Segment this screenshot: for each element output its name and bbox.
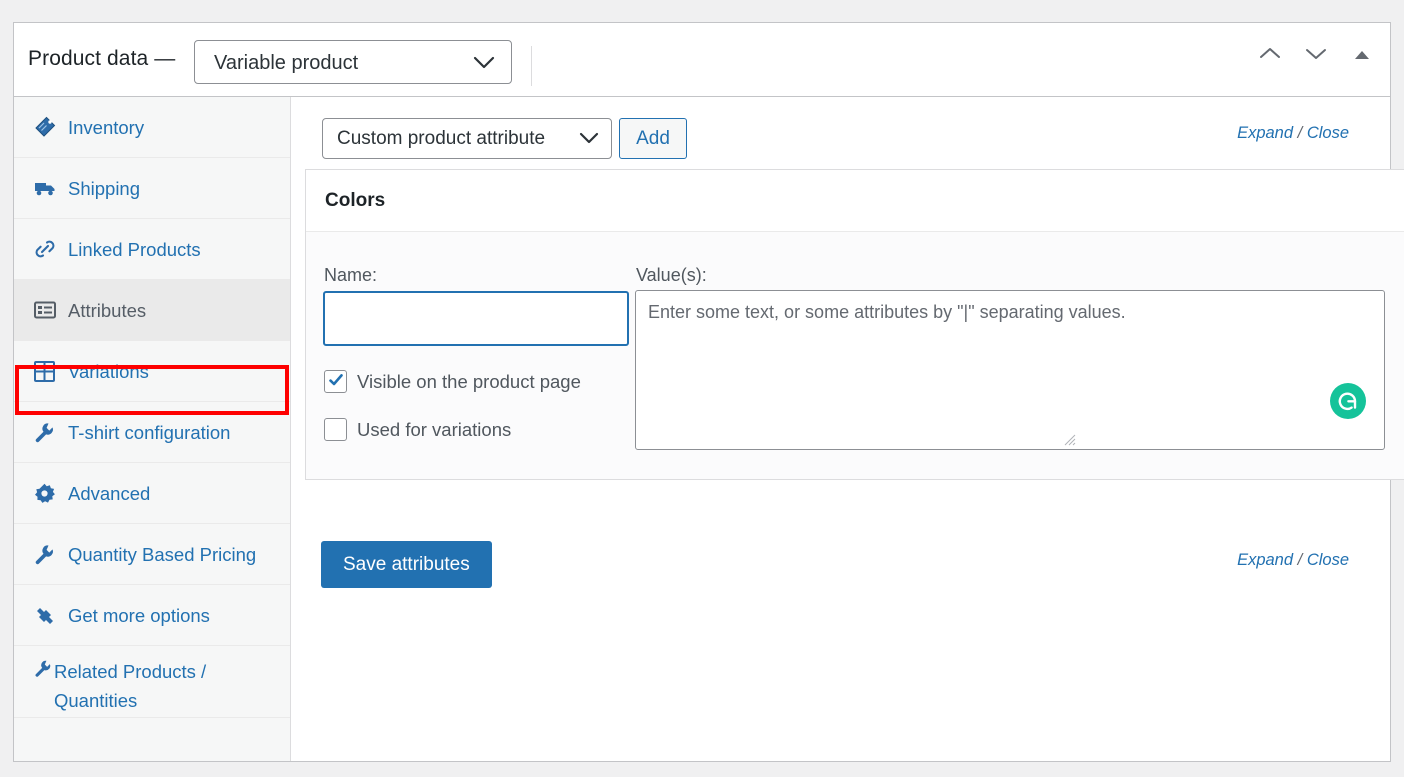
used-for-variations-checkbox-row[interactable]: Used for variations [324, 418, 511, 441]
checkbox-box[interactable] [324, 370, 347, 393]
move-up-button[interactable] [1252, 37, 1288, 73]
tag-icon [34, 116, 58, 138]
attribute-type-select[interactable]: Custom product attribute [322, 118, 612, 159]
expand-link[interactable]: Expand [1237, 124, 1293, 142]
expand-link[interactable]: Expand [1237, 551, 1293, 569]
product-type-select[interactable]: Variable product [194, 40, 512, 84]
sidebar-item-label: Get more options [68, 601, 210, 630]
expand-close-links-top: Expand / Close [1237, 124, 1349, 143]
sidebar-item-label: Inventory [68, 113, 144, 142]
chevron-up-icon [1258, 46, 1282, 64]
expand-close-separator: / [1298, 124, 1303, 142]
close-link[interactable]: Close [1307, 551, 1349, 569]
close-link[interactable]: Close [1307, 124, 1349, 142]
product-data-body: Inventory Shipping [14, 97, 1390, 761]
expand-close-links-bottom: Expand / Close [1237, 551, 1349, 570]
attribute-heading: Colors [325, 190, 385, 212]
attribute-values-label: Value(s): [636, 265, 707, 286]
list-table-icon [34, 301, 58, 319]
wrench-icon [34, 422, 58, 443]
toggle-panel-button[interactable] [1344, 37, 1380, 73]
link-icon [34, 238, 58, 260]
attributes-panel: Custom product attribute Add Expand / Cl… [291, 97, 1390, 761]
checkbox-box[interactable] [324, 418, 347, 441]
header-controls [1252, 37, 1380, 73]
attribute-name-input[interactable] [323, 291, 629, 346]
sidebar-item-variations[interactable]: Variations [14, 341, 290, 402]
visible-on-product-page-checkbox-row[interactable]: Visible on the product page [324, 370, 581, 393]
plugin-icon [34, 605, 58, 626]
checkmark-icon [328, 372, 344, 393]
sidebar-item-related-products-quantities[interactable]: Related Products / Quantities [14, 646, 290, 718]
sidebar-item-label: Linked Products [68, 235, 201, 264]
wrench-icon [34, 544, 58, 565]
grammarly-icon[interactable] [1330, 383, 1366, 419]
grid-icon [34, 361, 58, 382]
attribute-panel-body: Name: Visible on the product page [306, 232, 1404, 479]
attributes-footer: Save attributes Expand / Close [291, 519, 1390, 589]
sidebar-item-advanced[interactable]: Advanced [14, 463, 290, 524]
sidebar-item-label: Quantity Based Pricing [68, 540, 256, 569]
sidebar-item-label: Advanced [68, 479, 150, 508]
sidebar-item-shipping[interactable]: Shipping [14, 158, 290, 219]
sidebar-item-linked-products[interactable]: Linked Products [14, 219, 290, 280]
attribute-type-value: Custom product attribute [337, 128, 545, 150]
checkbox-label: Visible on the product page [357, 371, 581, 393]
sidebar-item-inventory[interactable]: Inventory [14, 97, 290, 158]
product-data-tabs: Inventory Shipping [14, 97, 291, 761]
chevron-down-icon [579, 132, 599, 150]
sidebar-item-tshirt-configuration[interactable]: T-shirt configuration [14, 402, 290, 463]
sidebar-item-label: T-shirt configuration [68, 418, 230, 447]
truck-icon [34, 179, 58, 197]
attribute-panel-header[interactable]: Colors [306, 170, 1404, 232]
add-attribute-button[interactable]: Add [619, 118, 687, 159]
sidebar-item-label: Attributes [68, 296, 146, 325]
page-title: Product data — [28, 47, 175, 71]
header-divider [531, 46, 532, 86]
gear-icon [34, 483, 58, 504]
move-down-button[interactable] [1298, 37, 1334, 73]
sidebar-item-quantity-based-pricing[interactable]: Quantity Based Pricing [14, 524, 290, 585]
attributes-toolbar: Custom product attribute Add Expand / Cl… [291, 97, 1390, 169]
sidebar-item-label: Variations [68, 357, 149, 386]
triangle-up-icon [1354, 48, 1370, 63]
expand-close-separator: / [1298, 551, 1303, 569]
sidebar-item-label: Shipping [68, 174, 140, 203]
attribute-values-textarea[interactable] [635, 290, 1385, 450]
attribute-name-label: Name: [324, 265, 377, 286]
sidebar-item-attributes[interactable]: Attributes [14, 280, 290, 341]
wrench-icon [34, 657, 52, 678]
sidebar-item-label: Related Products / Quantities [54, 657, 254, 715]
sidebar-item-get-more-options[interactable]: Get more options [14, 585, 290, 646]
product-data-metabox: Product data — Variable product [13, 22, 1391, 762]
chevron-down-icon [1304, 46, 1328, 64]
attribute-item-colors: Colors Name: Visible on the [305, 169, 1404, 480]
chevron-down-icon [473, 56, 495, 75]
checkbox-label: Used for variations [357, 419, 511, 441]
product-data-header: Product data — Variable product [14, 23, 1390, 97]
product-type-value: Variable product [214, 52, 358, 75]
save-attributes-button[interactable]: Save attributes [321, 541, 492, 588]
